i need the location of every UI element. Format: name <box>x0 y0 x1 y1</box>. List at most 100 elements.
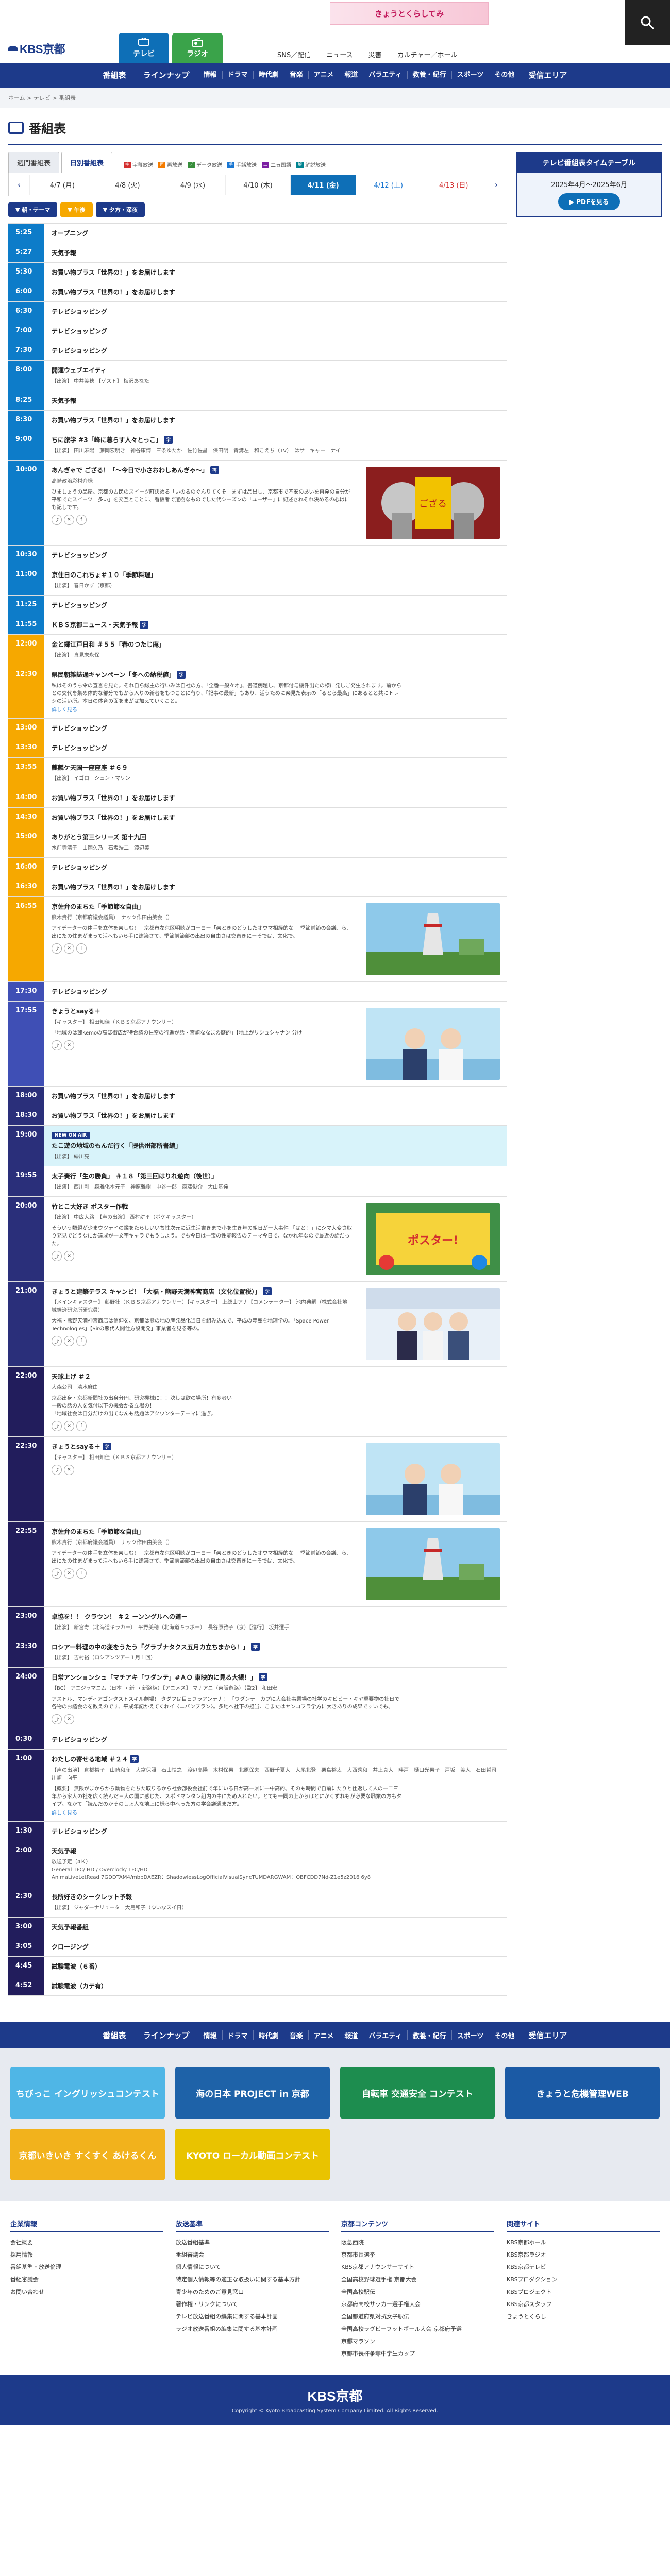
program-row[interactable]: 8:30 お買い物プラス「世界の！」をお届けします <box>8 411 507 430</box>
footer-link[interactable]: KBS京都テレビ <box>507 2261 660 2273</box>
twitter-icon[interactable]: ✕ <box>64 1251 74 1261</box>
footer-link[interactable]: KBS京都スタッフ <box>507 2298 660 2310</box>
footer-link[interactable]: ラジオ放送番組の編集に関する基本計画 <box>176 2323 329 2335</box>
footer-nav-item-11[interactable]: その他 <box>489 2030 521 2040</box>
program-row[interactable]: 3:00 天気予報番組 <box>8 1918 507 1937</box>
read-more-link[interactable]: 詳しく見る <box>52 1810 77 1816</box>
program-row[interactable]: 22:55 京佐弁のまちた「季節節な自由」 熊木貴行（京都府議会議員） ナッツ作田由… <box>8 1522 507 1607</box>
footer-link[interactable]: 阪急西院 <box>341 2236 494 2248</box>
share-icon[interactable]: ⤴ <box>52 1465 62 1475</box>
program-title[interactable]: テレビショッピング <box>52 327 500 335</box>
share-icon[interactable]: ⤴ <box>52 943 62 954</box>
footer-link[interactable]: 全国高校ラグビーフットボール大会 京都府予選 <box>341 2323 494 2335</box>
program-title[interactable]: テレビショッピング <box>52 1735 500 1744</box>
tab-daily[interactable]: 日別番組表 <box>61 152 113 173</box>
program-row[interactable]: 20:00 竹とこ大好き ポスター作戦 【出演】 中広大路 【声の出演】 西村耕平（… <box>8 1197 507 1282</box>
program-row[interactable]: 8:00 開運ウェブエイティ 【出演】 中井美穂 【ゲスト】 梅沢あなた <box>8 361 507 391</box>
program-title[interactable]: 金と郷江戸日和 ＃５５「春のつたじ庵」 <box>52 640 500 649</box>
program-row[interactable]: 14:30 お買い物プラス「世界の！」をお届けします <box>8 808 507 827</box>
program-thumbnail[interactable]: ポスター! <box>366 1203 500 1275</box>
program-row[interactable]: 6:30 テレビショッピング <box>8 302 507 321</box>
nav-item-1[interactable]: ラインナップ <box>135 71 198 79</box>
footer-nav-item-10[interactable]: スポーツ <box>452 2030 490 2040</box>
program-row[interactable]: 3:05 クロージング <box>8 1937 507 1957</box>
nav-item-5[interactable]: 音楽 <box>284 71 309 79</box>
share-icon[interactable]: ⤴ <box>52 1714 62 1724</box>
program-title[interactable]: 日常アンションシュ「マチアキ「ワダンテ」#ＡＯ 東映的に見る大観！」字 <box>52 1673 500 1682</box>
program-row[interactable]: 15:00 ありがとう第三シリーズ 第十九回 水前寺清子 山岡久乃 石坂浩二 渡辺美 <box>8 827 507 858</box>
program-title[interactable]: お買い物プラス「世界の！」をお届けします <box>52 268 500 277</box>
date-4[interactable]: 4/11 (金) <box>290 174 356 195</box>
program-title[interactable]: 県民朝雑誌通キャンペーン「冬への納税値」字 <box>52 670 500 679</box>
program-title[interactable]: お買い物プラス「世界の！」をお届けします <box>52 1111 500 1120</box>
program-row[interactable]: 2:00 天気予報 放送予定（4Ｋ） General TFC/ HD / Overc… <box>8 1841 507 1887</box>
footer-link[interactable]: 青少年のためのご意見窓口 <box>176 2285 329 2298</box>
program-row[interactable]: 14:00 お買い物プラス「世界の！」をお届けします <box>8 788 507 808</box>
program-title[interactable]: きょうとsayる＋字 <box>52 1442 353 1451</box>
program-row[interactable]: 5:25 オープニング <box>8 224 507 243</box>
twitter-icon[interactable]: ✕ <box>64 1421 74 1431</box>
date-6[interactable]: 4/13 (日) <box>421 174 486 195</box>
footer-nav-item-5[interactable]: 音楽 <box>284 2030 309 2040</box>
program-title[interactable]: お買い物プラス「世界の！」をお届けします <box>52 813 500 822</box>
twitter-icon[interactable]: ✕ <box>64 1336 74 1346</box>
tab-weekly[interactable]: 週間番組表 <box>8 152 60 173</box>
footer-nav-item-2[interactable]: 情報 <box>198 2030 223 2040</box>
footer-link[interactable]: KBSプロダクション <box>507 2273 660 2285</box>
footer-link[interactable]: 放送番組基準 <box>176 2236 329 2248</box>
nav-item-11[interactable]: その他 <box>489 71 521 79</box>
twitter-icon[interactable]: ✕ <box>64 1568 74 1579</box>
footer-link[interactable]: 番組基準・放送倫理 <box>10 2261 163 2273</box>
program-title[interactable]: お買い物プラス「世界の！」をお届けします <box>52 416 500 425</box>
footer-link[interactable]: 全国高校野球選手権 京都大会 <box>341 2273 494 2285</box>
share-icon[interactable]: ⤴ <box>52 1040 62 1050</box>
pdf-button[interactable]: ▶ PDFを見る <box>558 193 621 210</box>
footer-link[interactable]: 特定個人情報等の適正な取扱いに関する基本方針 <box>176 2273 329 2285</box>
program-title[interactable]: 開運ウェブエイティ <box>52 366 500 375</box>
program-title[interactable]: 長所好きのシークレット予報 <box>52 1892 500 1901</box>
date-0[interactable]: 4/7 (月) <box>29 174 95 195</box>
header-link-news[interactable]: ニュース <box>326 49 353 59</box>
date-5[interactable]: 4/12 (土) <box>355 174 421 195</box>
program-row[interactable]: 12:30 県民朝雑誌通キャンペーン「冬への納税値」字私はそのうち令の宣言を見た。… <box>8 665 507 719</box>
program-row[interactable]: 23:00 卓協を！！ クラウン！ ＃２ ーンングルへの道ー 【出演】 新宮寿（北海… <box>8 1607 507 1637</box>
program-title[interactable]: テレビショッピング <box>52 987 500 996</box>
footer-banner-2[interactable]: 自転車 交通安全 コンテスト <box>340 2067 495 2119</box>
program-row[interactable]: 5:27 天気予報 <box>8 243 507 263</box>
filter-morning[interactable]: ▼ 朝・テーマ <box>8 202 58 217</box>
program-title[interactable]: 天気予報 <box>52 1846 500 1855</box>
program-title[interactable]: 天気予報 <box>52 396 500 405</box>
program-title[interactable]: ロシアー料理の中の変をうたう「グラブナタクス五月カ立ちまから！」字 <box>52 1642 500 1651</box>
program-title[interactable]: 天球上げ ＃２ <box>52 1372 500 1381</box>
program-title[interactable]: テレビショッピング <box>52 551 500 560</box>
nav-item-12[interactable]: 受信エリア <box>520 71 575 79</box>
program-thumbnail[interactable] <box>366 1528 500 1600</box>
share-icon[interactable]: ⤴ <box>52 1568 62 1579</box>
share-icon[interactable]: ⤴ <box>52 1251 62 1261</box>
footer-logo[interactable]: KBS京都 <box>308 2386 363 2405</box>
facebook-icon[interactable]: f <box>76 943 87 954</box>
program-title[interactable]: オープニング <box>52 229 500 238</box>
program-title[interactable]: テレビショッピング <box>52 863 500 872</box>
twitter-icon[interactable]: ✕ <box>64 1714 74 1724</box>
footer-link[interactable]: KBS京都アナウンサーサイト <box>341 2261 494 2273</box>
footer-link[interactable]: テレビ放送番組の編集に関する基本計画 <box>176 2310 329 2323</box>
footer-banner-5[interactable]: KYOTO ローカル動画コンテスト <box>175 2129 330 2180</box>
share-icon[interactable]: ⤴ <box>52 1421 62 1431</box>
nav-item-4[interactable]: 時代劇 <box>254 71 284 79</box>
twitter-icon[interactable]: ✕ <box>64 943 74 954</box>
nav-item-7[interactable]: 報道 <box>339 71 364 79</box>
program-row[interactable]: 16:30 お買い物プラス「世界の！」をお届けします <box>8 877 507 897</box>
footer-nav-item-6[interactable]: アニメ <box>309 2030 340 2040</box>
program-title[interactable]: 試験電波（カテ有） <box>52 1981 500 1990</box>
nav-item-0[interactable]: 番組表 <box>95 71 135 79</box>
footer-banner-3[interactable]: きょうと危機管理WEB <box>505 2067 660 2119</box>
program-title[interactable]: 竹とこ大好き ポスター作戦 <box>52 1202 353 1211</box>
program-row[interactable]: 5:30 お買い物プラス「世界の！」をお届けします <box>8 263 507 282</box>
facebook-icon[interactable]: f <box>76 1336 87 1346</box>
program-row[interactable]: 10:00 あんぎゃで ござる！「〜今日で小さおわしあんぎゃ〜」再高崎政治彩村介様… <box>8 461 507 546</box>
facebook-icon[interactable]: f <box>76 515 87 525</box>
program-title[interactable]: わたしの寄せる地域 ＃２４ 字 <box>52 1755 500 1764</box>
program-row[interactable]: 19:00 NEW ON AIR たこ遊の地域のもんだ行く「提供州部所書編」 【出演】… <box>8 1126 507 1166</box>
footer-nav-item-4[interactable]: 時代劇 <box>254 2030 284 2040</box>
